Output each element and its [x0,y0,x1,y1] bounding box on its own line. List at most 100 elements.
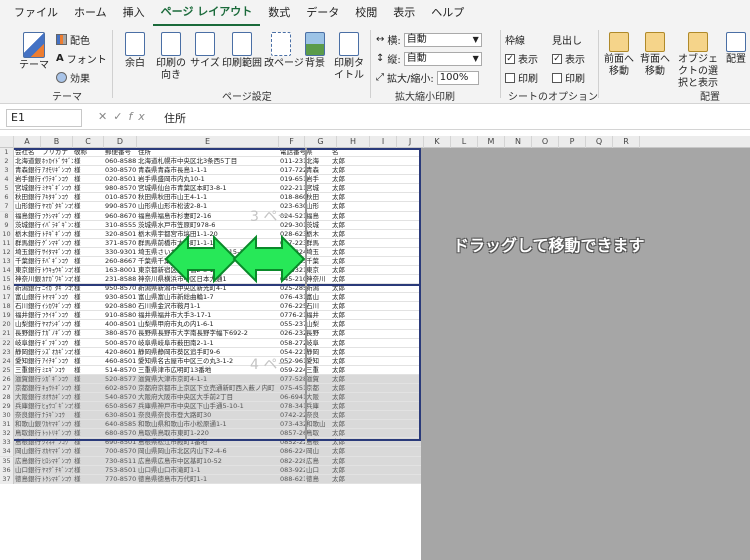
row-header[interactable]: 33 [0,438,14,448]
table-cell[interactable]: 岡山 [306,447,331,455]
column-header[interactable]: Q [586,136,613,148]
table-cell[interactable]: ｼｽﾞｵｶｷﾞﾝｺｳ [42,348,73,356]
column-header[interactable]: O [532,136,559,148]
table-cell[interactable]: 大阪 [306,393,331,401]
table-cell[interactable]: 青森銀行 [15,166,41,174]
table-cell[interactable]: 愛知銀行 [15,357,41,365]
row-header[interactable]: 7 [0,202,14,212]
table-cell[interactable]: 大阪銀行 [15,393,41,401]
row-header[interactable]: 10 [0,229,14,239]
table-cell[interactable]: ﾌｸｲｷﾞﾝｺｳ [42,311,73,319]
table-cell[interactable]: 310-8555 [105,221,137,229]
table-cell[interactable]: 320-8501 [105,230,137,238]
table-cell[interactable]: 様 [74,239,104,247]
row-header[interactable]: 30 [0,411,14,421]
table-cell[interactable]: 様 [74,266,104,274]
table-cell[interactable]: 東京 [306,266,331,274]
table-cell[interactable]: 山梨 [306,320,331,328]
table-cell[interactable]: 太郎 [332,457,363,465]
table-cell[interactable]: ｱｲﾁｷﾞﾝｺｳ [42,357,73,365]
fonts-button[interactable]: A フォント [56,51,107,66]
table-cell[interactable]: 太郎 [332,239,363,247]
column-header[interactable]: K [424,136,451,148]
column-header[interactable]: L [451,136,478,148]
table-cell[interactable]: 静岡銀行 [15,348,41,356]
tab-page-layout[interactable]: ページ レイアウト [152,0,261,26]
column-header[interactable]: G [305,136,337,148]
table-cell[interactable]: ｷｮｳﾄｷﾞﾝｺｳ [42,384,73,392]
table-cell[interactable]: 太郎 [332,202,363,210]
table-cell[interactable]: 太郎 [332,475,363,483]
table-cell[interactable]: 700-8570 [105,447,137,455]
table-cell[interactable]: 長野銀行 [15,329,41,337]
table-cell[interactable]: 山梨銀行 [15,320,41,328]
print-titles-button[interactable]: 印刷タイトル [332,32,366,82]
table-cell[interactable]: 富山県富山市新総曲輪1-7 [138,293,279,301]
table-cell[interactable]: 様 [74,230,104,238]
table-cell[interactable]: 福島銀行 [15,212,41,220]
table-cell[interactable]: 730-8511 [105,457,137,465]
column-header[interactable]: E [137,136,279,148]
margins-button[interactable]: 余白 [118,32,152,70]
table-cell[interactable]: ｱｵﾓﾘｷﾞﾝｺｳ [42,166,73,174]
gridlines-view-checkbox[interactable]: ✓ 表示 [505,51,538,66]
table-cell[interactable]: 石川県金沢市鞍月1-1 [138,302,279,310]
row-header[interactable]: 6 [0,193,14,203]
table-cell[interactable]: 岩手県盛岡市内丸10-1 [138,175,279,183]
table-cell[interactable]: ﾌｸｼﾏｷﾞﾝｺｳ [42,212,73,220]
tab-file[interactable]: ファイル [6,0,66,26]
table-cell[interactable]: 神奈川銀行 [15,275,41,283]
table-cell[interactable]: ﾁﾊﾞｷﾞﾝｺｳ [42,257,73,265]
table-cell[interactable]: 石川 [306,302,331,310]
row-header[interactable]: 22 [0,338,14,348]
size-button[interactable]: サイズ [190,32,220,70]
table-cell[interactable]: 太郎 [332,375,363,383]
table-cell[interactable]: 岩手銀行 [15,175,41,183]
table-cell[interactable]: ｵｵｻｶｷﾞﾝｺｳ [42,393,73,401]
table-cell[interactable]: 滋賀銀行 [15,375,41,383]
row-header[interactable]: 17 [0,293,14,303]
table-cell[interactable]: 460-8501 [105,357,137,365]
row-header[interactable]: 25 [0,365,14,375]
bring-forward-button[interactable]: 前面へ移動 [602,32,636,78]
column-header[interactable]: I [370,136,397,148]
table-cell[interactable]: 太郎 [332,384,363,392]
row-header[interactable]: 32 [0,429,14,439]
table-cell[interactable]: 山形銀行 [15,202,41,210]
row-header[interactable]: 1 [0,148,14,157]
table-cell[interactable]: 太郎 [332,447,363,455]
colors-button[interactable]: 配色 [56,32,90,47]
table-cell[interactable]: 太郎 [332,175,363,183]
table-cell[interactable]: 073-432-4111 [280,420,305,428]
table-cell[interactable]: 太郎 [332,411,363,419]
table-cell[interactable]: 青森 [306,166,331,174]
table-cell[interactable]: ｸﾞﾝﾏｷﾞﾝｺｳ [42,239,73,247]
table-cell[interactable]: 福井 [306,311,331,319]
row-header[interactable]: 20 [0,320,14,330]
table-cell[interactable]: 太郎 [332,293,363,301]
table-cell[interactable]: 富山銀行 [15,293,41,301]
row-header[interactable]: 31 [0,420,14,430]
table-cell[interactable]: 様 [74,302,104,310]
table-cell[interactable]: ﾅﾗｷﾞﾝｺｳ [42,411,73,419]
table-cell[interactable]: 太郎 [332,248,363,256]
table-cell[interactable]: 和歌山銀行 [15,420,41,428]
table-cell[interactable]: 太郎 [332,166,363,174]
table-cell[interactable]: 様 [74,202,104,210]
table-cell[interactable]: 京都 [306,384,331,392]
tab-insert[interactable]: 挿入 [115,0,153,26]
table-cell[interactable]: 三重銀行 [15,366,41,374]
table-cell[interactable]: 075-451-8111 [280,384,305,392]
table-cell[interactable]: 030-8570 [105,166,137,174]
table-cell[interactable]: 011-231-1111 [280,157,305,165]
table-cell[interactable]: 北海道札幌市中央区北3条西5丁目 [138,157,279,165]
table-cell[interactable]: 920-8580 [105,302,137,310]
table-cell[interactable]: 様 [74,320,104,328]
column-header[interactable]: M [478,136,505,148]
table-cell[interactable]: 宮城 [306,184,331,192]
row-header[interactable]: 3 [0,166,14,176]
table-cell[interactable]: 太郎 [332,348,363,356]
table-cell[interactable]: ﾐﾔｷﾞｷﾞﾝｺｳ [42,184,73,192]
table-cell[interactable]: 奈良県奈良市登大路町30 [138,411,279,419]
table-cell[interactable]: 371-8570 [105,239,137,247]
